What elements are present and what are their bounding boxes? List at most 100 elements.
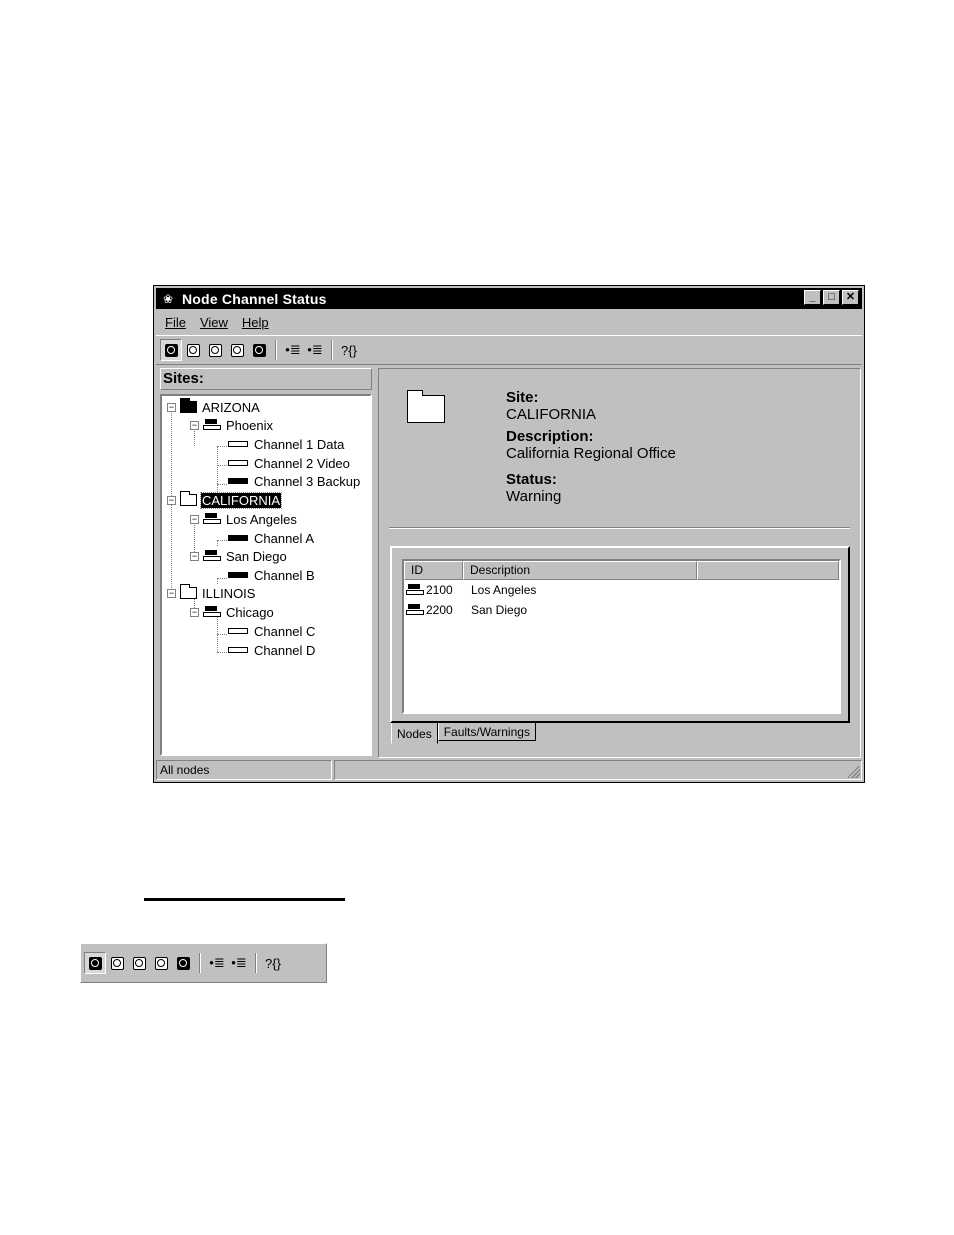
window-title: Node Channel Status (182, 290, 327, 307)
node-icon (406, 604, 424, 616)
tree-item-arizona[interactable]: − ARIZONA (167, 398, 261, 416)
zoom-button-1[interactable] (182, 339, 204, 361)
tree-item-channel-b[interactable]: Channel B (228, 566, 316, 584)
tree-item-san-diego[interactable]: − San Diego (190, 547, 288, 565)
sites-tree[interactable]: − ARIZONA − Phoenix Channel 1 Data Chann… (160, 394, 372, 756)
zoom-button-2[interactable] (204, 339, 226, 361)
folder-icon (180, 398, 197, 413)
menu-bar: File View Help (156, 311, 862, 333)
tree-item-phoenix[interactable]: − Phoenix (190, 416, 274, 434)
title-bar[interactable]: ❀ Node Channel Status _ □ ✕ (156, 288, 862, 309)
list-item[interactable]: 2200 San Diego (404, 600, 839, 620)
zoom-icon (208, 343, 222, 357)
toolbar-illustration: •≣ •≣ ?{} (80, 943, 327, 983)
menu-help[interactable]: Help (242, 315, 269, 330)
maximize-button[interactable]: □ (823, 290, 840, 305)
tab-strip: Nodes Faults/Warnings (391, 723, 536, 744)
collapse-button[interactable]: •≣ (228, 952, 250, 974)
status-pane (334, 760, 862, 780)
channel-warning-icon (228, 572, 248, 578)
nodes-list[interactable]: ID Description 2100 Los Angeles 2200 San… (402, 559, 841, 714)
view-nodes-button[interactable] (248, 339, 270, 361)
resize-grip-icon[interactable] (848, 766, 860, 778)
view-nodes-icon (252, 343, 266, 357)
zoom-button-2[interactable] (128, 952, 150, 974)
zoom-icon (186, 343, 200, 357)
tree-item-channel-1[interactable]: Channel 1 Data (228, 435, 345, 453)
collapse-button[interactable]: •≣ (304, 339, 326, 361)
toolbar-separator (255, 953, 257, 973)
detail-panel: Site: CALIFORNIA Description: California… (378, 368, 861, 758)
menu-view[interactable]: View (200, 315, 228, 330)
separator-rule (144, 898, 345, 901)
tree-item-channel-c[interactable]: Channel C (228, 622, 316, 640)
sites-header: Sites: (160, 368, 372, 390)
help-icon: ?{} (341, 342, 357, 358)
sites-panel: Sites: − ARIZONA − Phoenix Channel 1 Dat… (160, 368, 372, 756)
channel-icon (228, 647, 248, 653)
view-all-nodes-button[interactable] (160, 339, 182, 361)
status-value: Warning (506, 488, 562, 505)
zoom-icon (230, 343, 244, 357)
collapse-toggle-icon[interactable]: − (167, 402, 176, 412)
expand-button[interactable]: •≣ (206, 952, 228, 974)
tree-item-chicago[interactable]: − Chicago (190, 603, 275, 621)
channel-icon (228, 628, 248, 634)
column-id[interactable]: ID (404, 561, 463, 580)
expand-button[interactable]: •≣ (282, 339, 304, 361)
view-all-nodes-icon (164, 343, 178, 357)
tree-item-channel-d[interactable]: Channel D (228, 641, 316, 659)
expand-icon: •≣ (285, 342, 301, 357)
help-button[interactable]: ?{} (338, 339, 360, 361)
node-icon (203, 550, 221, 562)
tree-item-channel-a[interactable]: Channel A (228, 529, 315, 547)
divider (389, 527, 850, 529)
channel-icon (228, 441, 248, 447)
toolbar-separator (275, 340, 277, 360)
view-nodes-button[interactable] (172, 952, 194, 974)
status-label: Status: (506, 471, 557, 488)
collapse-icon: •≣ (307, 342, 323, 357)
app-icon[interactable]: ❀ (160, 291, 176, 307)
list-item[interactable]: 2100 Los Angeles (404, 580, 839, 600)
zoom-button-3[interactable] (226, 339, 248, 361)
toolbar: •≣ •≣ ?{} (156, 335, 862, 365)
tab-content: ID Description 2100 Los Angeles 2200 San… (390, 546, 850, 723)
tree-item-los-angeles[interactable]: − Los Angeles (190, 510, 298, 528)
expand-icon: •≣ (209, 955, 225, 970)
help-button[interactable]: ?{} (262, 952, 284, 974)
collapse-toggle-icon[interactable]: − (167, 588, 176, 598)
list-header: ID Description (404, 561, 839, 580)
channel-warning-icon (228, 535, 248, 541)
site-label: Site: (506, 389, 539, 406)
tab-faults-warnings[interactable]: Faults/Warnings (437, 723, 536, 741)
help-icon: ?{} (265, 955, 281, 971)
collapse-toggle-icon[interactable]: − (190, 607, 199, 617)
tree-item-channel-3[interactable]: Channel 3 Backup (228, 472, 361, 490)
close-button[interactable]: ✕ (842, 290, 859, 305)
node-icon (203, 513, 221, 525)
zoom-button-1[interactable] (106, 952, 128, 974)
collapse-toggle-icon[interactable]: − (190, 514, 199, 524)
collapse-icon: •≣ (231, 955, 247, 970)
view-all-nodes-button[interactable] (84, 952, 106, 974)
zoom-button-3[interactable] (150, 952, 172, 974)
collapse-toggle-icon[interactable]: − (190, 551, 199, 561)
tree-item-channel-2[interactable]: Channel 2 Video (228, 454, 351, 472)
collapse-toggle-icon[interactable]: − (190, 420, 199, 430)
column-empty[interactable] (697, 561, 839, 580)
column-description[interactable]: Description (463, 561, 697, 580)
collapse-toggle-icon[interactable]: − (167, 495, 176, 505)
tree-item-california[interactable]: − CALIFORNIA (167, 491, 283, 509)
tab-nodes[interactable]: Nodes (391, 723, 438, 744)
tree-item-illinois[interactable]: − ILLINOIS (167, 584, 256, 602)
toolbar-separator (331, 340, 333, 360)
folder-icon (180, 584, 197, 599)
minimize-button[interactable]: _ (804, 290, 821, 305)
channel-warning-icon (228, 478, 248, 484)
site-value: CALIFORNIA (506, 406, 597, 423)
node-channel-status-window: ❀ Node Channel Status _ □ ✕ File View He… (153, 285, 865, 783)
view-all-nodes-icon (88, 956, 102, 970)
menu-file[interactable]: File (165, 315, 186, 330)
toolbar-separator (199, 953, 201, 973)
